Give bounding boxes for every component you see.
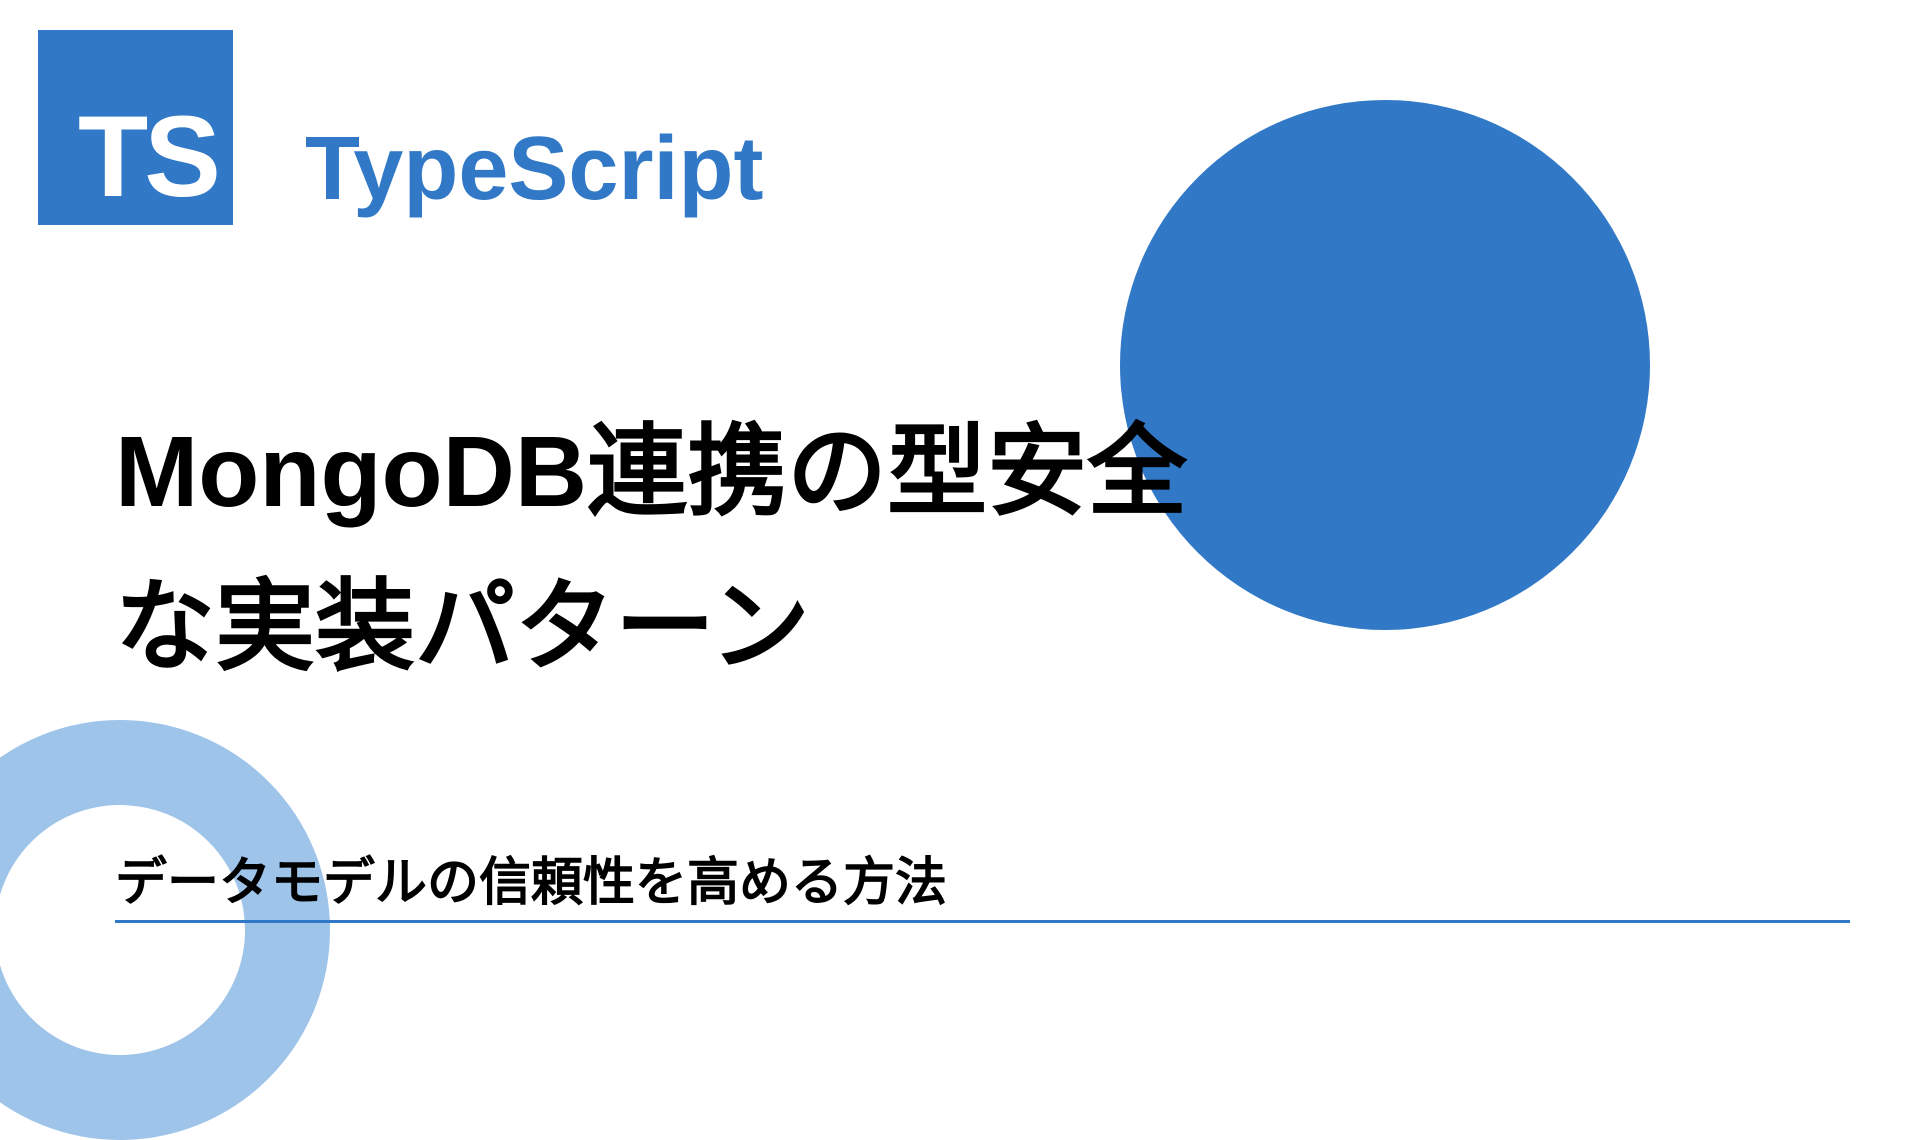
typescript-logo-icon: TS bbox=[38, 30, 233, 225]
logo-text: TS bbox=[78, 100, 217, 215]
page-title: MongoDB連携の型安全 な実装パターン bbox=[115, 395, 1187, 705]
title-line-1: MongoDB連携の型安全 bbox=[115, 395, 1187, 550]
brand-label: TypeScript bbox=[305, 118, 763, 221]
divider bbox=[115, 920, 1850, 923]
page-subtitle: データモデルの信頼性を高める方法 bbox=[115, 840, 947, 915]
decorative-ring bbox=[0, 720, 330, 1140]
title-line-2: な実装パターン bbox=[115, 550, 1187, 705]
decorative-circle bbox=[1120, 100, 1650, 630]
